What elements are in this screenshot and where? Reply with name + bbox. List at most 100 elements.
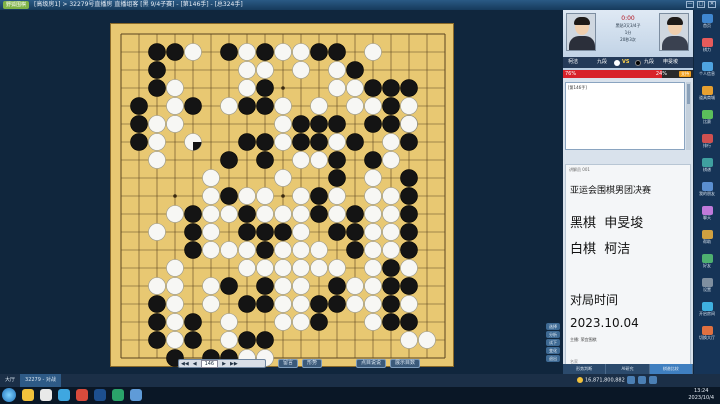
message-button[interactable]: 留言 [278,359,299,368]
mail-icon[interactable] [627,376,635,384]
variation-tool-button[interactable]: 变化 [546,347,560,354]
comment-box[interactable]: [第146手] [565,82,685,150]
right-button[interactable]: 好友 [697,254,717,274]
panel-tabs: 形势判断 AI研究 棋谱比较 [563,364,693,374]
black-stone [328,169,346,187]
white-stone [292,241,310,259]
support-button[interactable]: 支持 [679,71,691,77]
black-stone [400,277,418,295]
right-button[interactable]: 开启房间 [697,302,717,322]
star-point [281,86,285,90]
white-stone [382,151,400,169]
black-stone [130,133,148,151]
app-icon-4[interactable] [112,389,124,401]
board-canvas[interactable] [111,24,455,368]
white-stone [382,187,400,205]
comment-scrollbar[interactable] [686,82,691,150]
right-button[interactable]: 聊天 [697,206,717,226]
tab-room[interactable]: 32279 - 对战 [20,374,61,387]
right-button-label: 道具商城 [699,95,715,100]
broadcast-card: 讲解员 001 亚运会围棋男团决赛 黑棋 申旻埈 白棋 柯洁 对局时间 2023… [565,164,691,368]
black-stone [382,115,400,133]
white-stone [274,205,292,223]
white-stone [310,97,328,115]
right-button[interactable]: 道具商城 [697,86,717,106]
black-stone [220,187,238,205]
maximize-button[interactable]: □ [697,1,705,8]
taskbar: 13:24 2023/10/4 [0,387,720,404]
right-button[interactable]: 切换大厅 [697,326,717,346]
situation-button[interactable]: 形势 [302,359,323,368]
right-button-label: 设置 [703,287,711,292]
black-stone [328,151,346,169]
next-move-button[interactable]: ▶ [222,361,226,367]
black-label: 黑棋 [570,216,597,231]
right-button[interactable]: 帮助 [697,230,717,250]
tab-record-compare[interactable]: 棋谱比较 [649,364,693,374]
white-stone [166,79,184,97]
right-button[interactable]: 个人信息 [697,62,717,82]
white-stone [238,61,256,79]
white-stone [292,205,310,223]
black-stone [382,259,400,277]
white-name: 柯洁 [604,242,631,257]
white-stone [256,259,274,277]
prev-move-button[interactable]: ◀ [193,361,197,367]
close-button[interactable]: ✕ [708,1,716,8]
black-stone [256,223,274,241]
black-stone [364,79,382,97]
game-date: 2023.10.04 [570,316,639,330]
black-stone [274,223,292,241]
white-stone [220,313,238,331]
white-stone [292,313,310,331]
star-point [173,194,177,198]
black-stone [148,43,166,61]
white-stone [400,259,418,277]
tab-ai-research[interactable]: AI研究 [606,364,650,374]
minimize-button[interactable]: — [686,1,694,8]
white-stone [238,259,256,277]
settings-icon[interactable] [649,376,657,384]
white-stone [166,331,184,349]
count-talk-button[interactable]: 点目说说 [356,359,387,368]
folder-icon[interactable] [22,389,34,401]
right-button[interactable]: 首页 [697,14,717,34]
show-score-button[interactable]: 展示目数 [390,359,421,368]
white-stone [400,295,418,313]
right-button-icon [701,38,713,47]
right-button-icon [701,230,713,239]
analyze-tool-button[interactable]: 分析 [546,331,560,338]
app-icon-1[interactable] [40,389,52,401]
go-board[interactable] [110,23,454,367]
tab-situation[interactable]: 形势判断 [563,364,607,374]
app-icon-3[interactable] [94,389,106,401]
black-stone-icon [635,60,641,66]
right-button[interactable]: 比赛 [697,110,717,130]
last-move-button[interactable]: ▶▶ [230,361,238,367]
browser-icon[interactable] [58,389,70,401]
game-timer: 0:00 [621,15,635,22]
tab-lobby[interactable]: 大厅 [0,374,20,387]
white-stone [220,331,238,349]
black-name: 申旻埈 [604,216,644,231]
white-stone [364,295,382,313]
system-clock: 13:24 2023/10/4 [688,388,714,402]
coin-balance: 16,871,800,882 [577,377,625,384]
app-icon-2[interactable] [76,389,88,401]
select-tool-button[interactable]: 选择 [546,323,560,330]
right-button[interactable]: 棋力 [697,38,717,58]
black-stone [184,97,202,115]
right-button[interactable]: 棋谱 [697,158,717,178]
friends-icon[interactable] [638,376,646,384]
right-button[interactable]: 我的朋友 [697,182,717,202]
start-button[interactable] [2,388,16,402]
white-stone [166,97,184,115]
right-button[interactable]: 设置 [697,278,717,298]
first-move-button[interactable]: ◀◀ [181,361,189,367]
trial-tool-button[interactable]: 试下 [546,339,560,346]
app-icon-5[interactable] [130,389,142,401]
right-button[interactable]: 排行 [697,134,717,154]
move-number-field[interactable]: 146 [200,359,219,368]
white-stone [328,205,346,223]
black-stone [400,205,418,223]
